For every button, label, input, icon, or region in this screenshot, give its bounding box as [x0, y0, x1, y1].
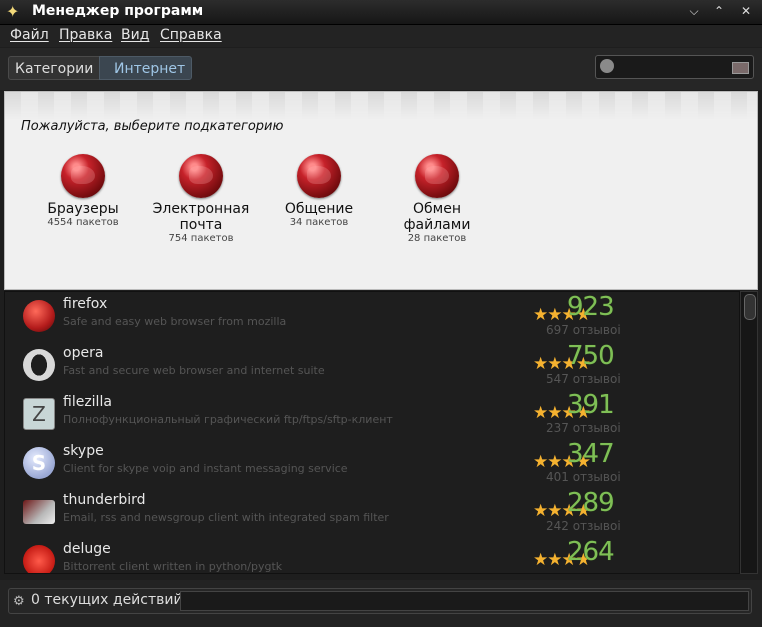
globe-icon [297, 154, 341, 198]
app-name: firefox [63, 296, 108, 312]
popularity-score: 289 [567, 488, 615, 518]
skype-icon: S [23, 447, 55, 479]
list-item[interactable]: opera Fast and secure web browser and in… [5, 341, 739, 390]
maximize-button[interactable]: ⌃ [709, 2, 729, 20]
subcategory-name: Электронная почта [152, 201, 250, 233]
reviews-count: 401 отзывоi [546, 470, 621, 484]
reviews-count: 697 отзывоi [546, 323, 621, 337]
app-name: thunderbird [63, 492, 146, 508]
app-description: Safe and easy web browser from mozilla [63, 315, 287, 328]
globe-icon [179, 154, 223, 198]
reviews-count: 237 отзывоi [546, 421, 621, 435]
status-text: 0 текущих действий [31, 592, 183, 608]
popularity-score: 347 [567, 439, 615, 469]
globe-icon [61, 154, 105, 198]
subcategory-count: 4554 пакетов [47, 217, 119, 228]
clear-icon[interactable] [732, 62, 749, 74]
thunderbird-icon [23, 500, 55, 524]
minimize-button[interactable]: ⌵ [684, 2, 704, 20]
sparkle-icon: ✦ [6, 2, 20, 21]
subcategory-file-sharing[interactable]: Обмен файлами 28 пакетов [377, 154, 497, 245]
subcategory-name: Общение [284, 201, 354, 217]
subcategory-chat[interactable]: Общение 34 пакетов [259, 154, 379, 229]
status-bar: ⚙ 0 текущих действий [0, 580, 762, 627]
subcategory-count: 28 пакетов [407, 233, 467, 244]
breadcrumb-internet[interactable]: Интернет [99, 56, 192, 80]
title-bar: ✦ Менеджер программ ⌵ ⌃ ✕ [0, 0, 762, 25]
popularity-score: 391 [567, 390, 615, 420]
list-item[interactable]: deluge Bittorrent client written in pyth… [5, 537, 739, 573]
filezilla-icon: Z [23, 398, 55, 430]
app-name: opera [63, 345, 104, 361]
search-box[interactable] [595, 55, 754, 79]
subcategory-panel: Пожалуйста, выберите подкатегорию Браузе… [4, 91, 758, 290]
list-item[interactable]: thunderbird Email, rss and newsgroup cli… [5, 488, 739, 537]
firefox-icon [23, 300, 55, 332]
app-description: Bittorrent client written in python/pygt… [63, 560, 283, 573]
close-button[interactable]: ✕ [736, 2, 756, 20]
popularity-score: 750 [567, 341, 615, 371]
menu-bar: Файл Правка Вид Справка [0, 25, 762, 47]
menu-help[interactable]: Справка [160, 27, 222, 43]
popularity-score: 264 [567, 537, 615, 567]
app-description: Email, rss and newsgroup client with int… [63, 511, 389, 524]
menu-edit[interactable]: Правка [59, 27, 112, 43]
globe-icon [415, 154, 459, 198]
opera-icon [23, 349, 55, 381]
status-frame: ⚙ 0 текущих действий [8, 588, 752, 614]
reviews-count: 242 отзывоi [546, 519, 621, 533]
scrollbar-thumb[interactable] [744, 294, 756, 320]
header-pattern [5, 92, 757, 120]
subcategory-email[interactable]: Электронная почта 754 пакетов [141, 154, 261, 245]
list-item[interactable]: Z filezilla Полнофункциональный графичес… [5, 390, 739, 439]
menu-file[interactable]: Файл [10, 27, 49, 43]
app-name: skype [63, 443, 104, 459]
subcategory-browsers[interactable]: Браузеры 4554 пакетов [23, 154, 143, 229]
app-name: deluge [63, 541, 111, 557]
app-description: Client for skype voip and instant messag… [63, 462, 348, 475]
deluge-icon [23, 545, 55, 573]
subcategory-name: Браузеры [47, 201, 119, 217]
menu-view[interactable]: Вид [121, 27, 149, 43]
search-input[interactable] [618, 58, 732, 78]
list-item[interactable]: firefox Safe and easy web browser from m… [5, 292, 739, 341]
subcategory-count: 34 пакетов [289, 217, 349, 228]
popularity-score: 923 [567, 292, 615, 322]
list-item[interactable]: S skype Client for skype voip and instan… [5, 439, 739, 488]
search-icon [600, 59, 614, 73]
app-list: firefox Safe and easy web browser from m… [4, 291, 740, 574]
reviews-count: 547 отзывоi [546, 372, 621, 386]
subcategory-count: 754 пакетов [168, 233, 234, 244]
breadcrumb-categories[interactable]: Категории [8, 56, 100, 80]
subcategory-prompt: Пожалуйста, выберите подкатегорию [21, 119, 284, 134]
app-name: filezilla [63, 394, 112, 410]
list-scrollbar[interactable] [740, 291, 758, 574]
progress-bar [180, 591, 749, 611]
app-description: Полнофункциональный графический ftp/ftps… [63, 413, 393, 426]
subcategory-name: Обмен файлами [403, 201, 471, 233]
gears-icon: ⚙ [13, 594, 25, 609]
app-description: Fast and secure web browser and internet… [63, 364, 325, 377]
window-title: Менеджер программ [32, 3, 204, 19]
